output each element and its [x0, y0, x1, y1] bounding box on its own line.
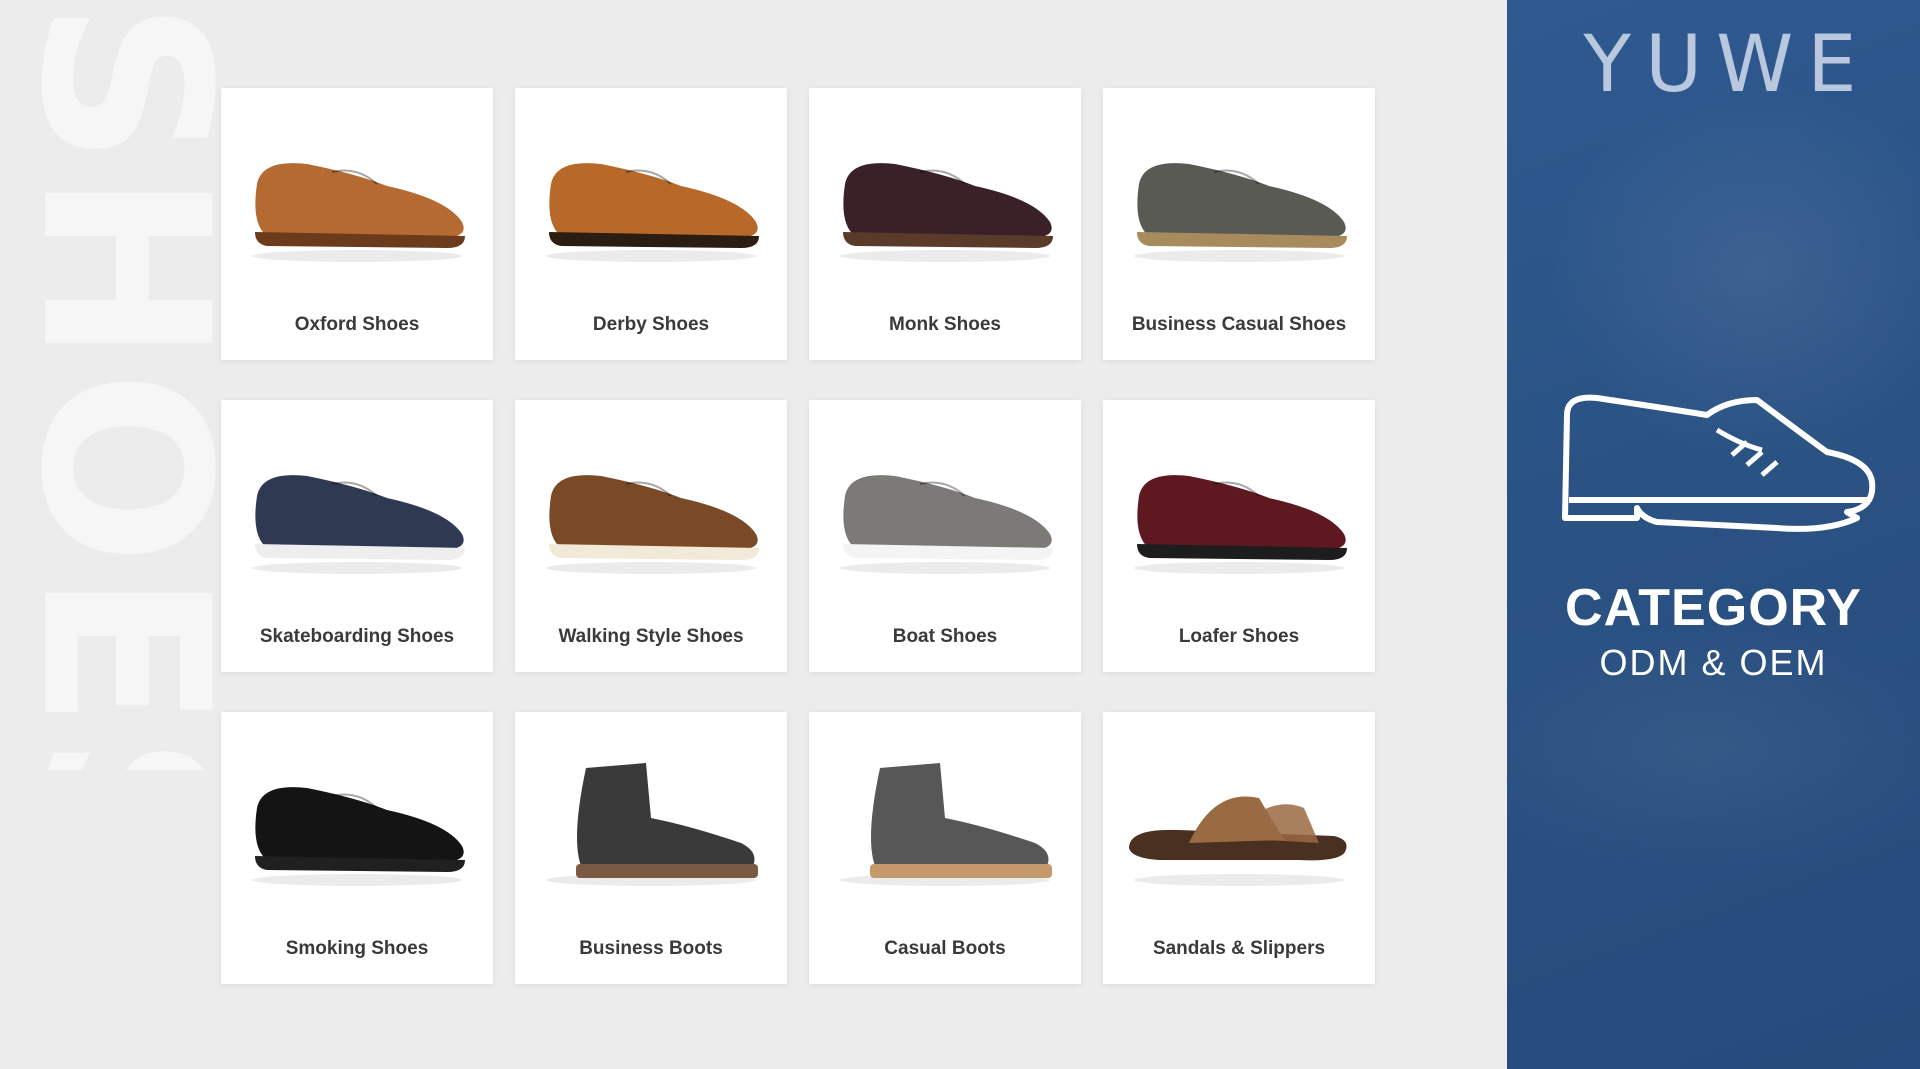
watermark: SHOES [18, 0, 218, 770]
category-card-label: Smoking Shoes [285, 938, 429, 959]
boat-shoe-icon [840, 475, 1053, 574]
smoking-shoe-icon [252, 787, 465, 886]
walking-style-shoe-icon [546, 475, 759, 574]
category-card[interactable]: Skateboarding Shoes [221, 400, 493, 672]
category-card[interactable]: Walking Style Shoes [515, 400, 787, 672]
sandal-icon [1129, 796, 1347, 886]
category-card-label: Boat Shoes [892, 626, 998, 647]
category-card[interactable]: Casual Boots [809, 712, 1081, 984]
category-card[interactable]: Oxford Shoes [221, 88, 493, 360]
category-grid: Oxford Shoes Derby Shoes Monk Shoes Busines… [221, 88, 1375, 984]
shoe-outline-icon [1562, 394, 1876, 532]
category-card[interactable]: Smoking Shoes [221, 712, 493, 984]
category-card-label: Walking Style Shoes [558, 626, 744, 647]
category-card-label: Monk Shoes [889, 314, 1001, 335]
category-card[interactable]: Sandals & Slippers [1103, 712, 1375, 984]
loafer-shoe-icon [1134, 475, 1347, 574]
category-card-label: Loafer Shoes [1178, 626, 1300, 647]
category-card-label: Business Casual Shoes [1131, 314, 1347, 335]
category-card[interactable]: Business Casual Shoes [1103, 88, 1375, 360]
category-page: SHOES Oxford Shoes Derby Shoes Monk Shoes B… [0, 0, 1920, 1069]
brand-logo: YUWE [1583, 20, 1871, 110]
right-panel: YUWE CATEGORY ODM & OEM [1507, 0, 1920, 1069]
monk-shoe-icon [840, 163, 1053, 262]
category-card[interactable]: Business Boots [515, 712, 787, 984]
category-subtitle: ODM & OEM [1599, 642, 1828, 683]
business-boot-icon [546, 763, 758, 886]
category-card-label: Sandals & Slippers [1152, 938, 1326, 959]
oxford-shoe-icon [252, 163, 465, 262]
category-card-label: Derby Shoes [592, 314, 710, 335]
category-card[interactable]: Derby Shoes [515, 88, 787, 360]
category-title: CATEGORY [1565, 579, 1862, 637]
category-card-label: Casual Boots [884, 938, 1006, 959]
watermark-text: SHOES [18, 0, 218, 770]
category-card[interactable]: Boat Shoes [809, 400, 1081, 672]
category-card[interactable]: Loafer Shoes [1103, 400, 1375, 672]
category-card[interactable]: Monk Shoes [809, 88, 1081, 360]
category-card-label: Oxford Shoes [294, 314, 420, 335]
skateboarding-shoe-icon [252, 475, 465, 574]
derby-shoe-icon [546, 163, 759, 262]
business-casual-shoe-icon [1134, 163, 1347, 262]
casual-boot-icon [840, 763, 1052, 886]
category-card-label: Skateboarding Shoes [259, 626, 455, 647]
category-card-label: Business Boots [579, 938, 723, 959]
